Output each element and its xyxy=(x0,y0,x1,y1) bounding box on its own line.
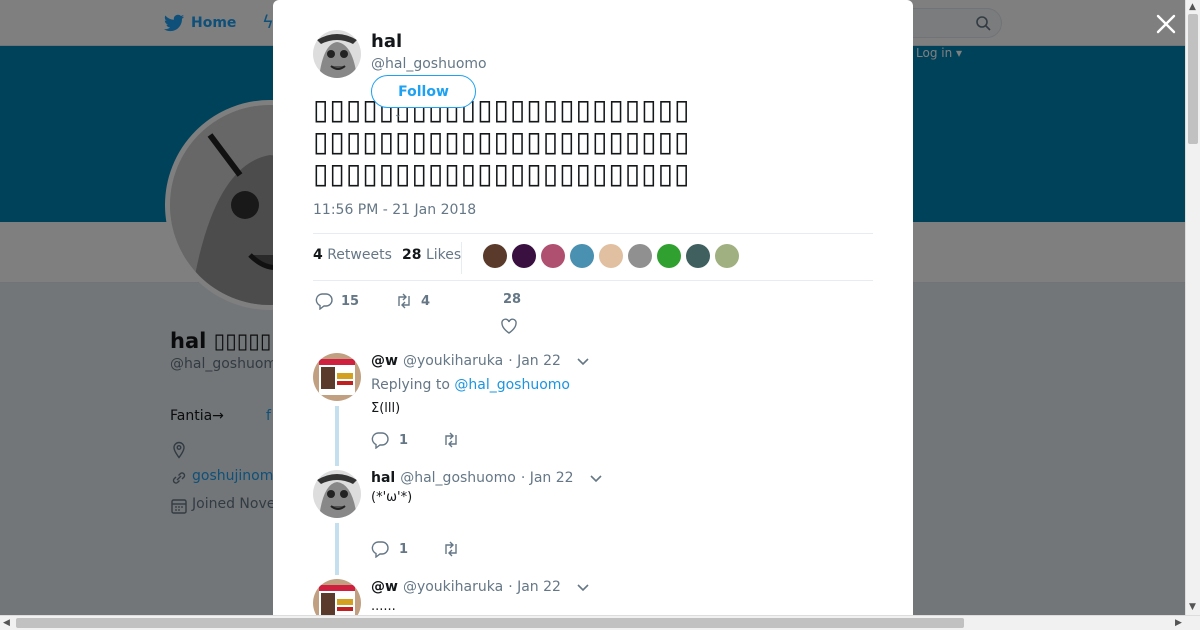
reply-tweet-2[interactable]: hal @hal_goshuomo · Jan 22 (*'ω'*) 1 xyxy=(313,470,873,570)
scroll-up-icon[interactable]: ▲ xyxy=(1189,2,1196,12)
reply-text: ...... xyxy=(371,599,396,614)
reply-action[interactable]: 15 xyxy=(315,292,359,310)
reply-header: @w @youkiharuka · Jan 22 xyxy=(371,353,590,369)
reply-tweet-1[interactable]: @w @youkiharuka · Jan 22 Replying to @ha… xyxy=(313,353,873,463)
liker-avatar[interactable] xyxy=(570,244,594,268)
liker-avatar[interactable] xyxy=(541,244,565,268)
reply-action[interactable]: 1 xyxy=(371,540,408,558)
reply-icon xyxy=(371,432,389,449)
tweet-modal: hal @hal_goshuomo ▯▯▯▯▯▯▯▯▯▯▯▯▯▯▯▯▯▯▯▯▯▯… xyxy=(273,0,913,615)
chevron-down-icon[interactable] xyxy=(576,580,590,594)
reply-author-name[interactable]: hal xyxy=(371,470,395,486)
replying-to-link[interactable]: @hal_goshuomo xyxy=(454,377,570,393)
reply-date[interactable]: · Jan 22 xyxy=(508,353,561,369)
reply-avatar[interactable] xyxy=(313,470,361,518)
retweets-stat[interactable]: 4 Retweets xyxy=(313,247,392,263)
retweet-icon[interactable] xyxy=(442,540,460,558)
tweet-actions: 15 4 28 xyxy=(313,292,873,336)
reply-header: hal @hal_goshuomo · Jan 22 xyxy=(371,470,603,486)
heart-icon[interactable] xyxy=(500,317,518,335)
close-icon[interactable] xyxy=(1154,12,1178,36)
reply-avatar[interactable] xyxy=(313,579,361,615)
vertical-scrollbar[interactable]: ▲ ▼ xyxy=(1185,0,1200,615)
liker-avatar[interactable] xyxy=(483,244,507,268)
reply-author-name[interactable]: @w xyxy=(371,353,398,369)
reply-author-handle[interactable]: @hal_goshuomo xyxy=(400,470,516,486)
author-avatar[interactable] xyxy=(313,30,361,78)
reply-text: (*'ω'*) xyxy=(371,490,413,505)
reply-date[interactable]: · Jan 22 xyxy=(508,579,561,595)
like-count: 28 xyxy=(503,292,522,307)
liker-avatar[interactable] xyxy=(686,244,710,268)
reply-date[interactable]: · Jan 22 xyxy=(521,470,574,486)
reply-actions: 1 xyxy=(371,431,460,449)
tweet-stats: 4 Retweets 28 Likes xyxy=(313,233,873,281)
reply-author-name[interactable]: @w xyxy=(371,579,398,595)
retweet-icon xyxy=(398,293,410,309)
liker-avatar[interactable] xyxy=(715,244,739,268)
tweet-text: ▯▯▯▯▯▯▯▯▯▯▯▯▯▯▯▯▯▯▯▯▯▯▯▯▯▯▯▯▯▯▯▯▯▯▯▯▯▯▯▯… xyxy=(313,93,691,190)
liker-avatar[interactable] xyxy=(657,244,681,268)
scroll-right-icon[interactable]: ▶ xyxy=(1175,618,1182,628)
reply-avatar[interactable] xyxy=(313,353,361,401)
tweet-timestamp[interactable]: 11:56 PM - 21 Jan 2018 xyxy=(313,202,476,218)
reply-actions: 1 xyxy=(371,540,460,558)
replying-to: Replying to @hal_goshuomo xyxy=(371,377,570,393)
chevron-down-icon[interactable] xyxy=(576,354,590,368)
reply-header: @w @youkiharuka · Jan 22 xyxy=(371,579,590,595)
reply-icon xyxy=(315,293,333,310)
likers-avatars xyxy=(483,244,739,268)
vertical-scroll-thumb[interactable] xyxy=(1188,14,1198,144)
chevron-down-icon[interactable]: ⌄ xyxy=(394,110,402,120)
reply-author-handle[interactable]: @youkiharuka xyxy=(403,579,503,595)
reply-tweet-3[interactable]: @w @youkiharuka · Jan 22 ...... xyxy=(313,579,873,615)
follow-button[interactable]: Follow xyxy=(371,75,476,108)
horizontal-scroll-thumb[interactable] xyxy=(16,618,964,628)
retweet-action[interactable]: 4 xyxy=(395,292,430,310)
reply-action[interactable]: 1 xyxy=(371,431,408,449)
chevron-down-icon[interactable] xyxy=(589,471,603,485)
author-name[interactable]: hal xyxy=(371,31,402,52)
stats-divider xyxy=(461,242,462,274)
likes-stat[interactable]: 28 Likes xyxy=(402,247,461,263)
retweet-icon[interactable] xyxy=(442,431,460,449)
author-handle[interactable]: @hal_goshuomo xyxy=(371,56,487,72)
thread-line xyxy=(335,406,339,466)
reply-text: Σ(lll) xyxy=(371,401,401,416)
reply-author-handle[interactable]: @youkiharuka xyxy=(403,353,503,369)
reply-icon xyxy=(371,541,389,558)
liker-avatar[interactable] xyxy=(512,244,536,268)
liker-avatar[interactable] xyxy=(599,244,623,268)
thread-line xyxy=(335,523,339,575)
scroll-left-icon[interactable]: ◀ xyxy=(3,618,10,628)
scroll-down-icon[interactable]: ▼ xyxy=(1189,602,1196,612)
liker-avatar[interactable] xyxy=(628,244,652,268)
horizontal-scrollbar[interactable]: ◀ ▶ xyxy=(0,615,1200,630)
